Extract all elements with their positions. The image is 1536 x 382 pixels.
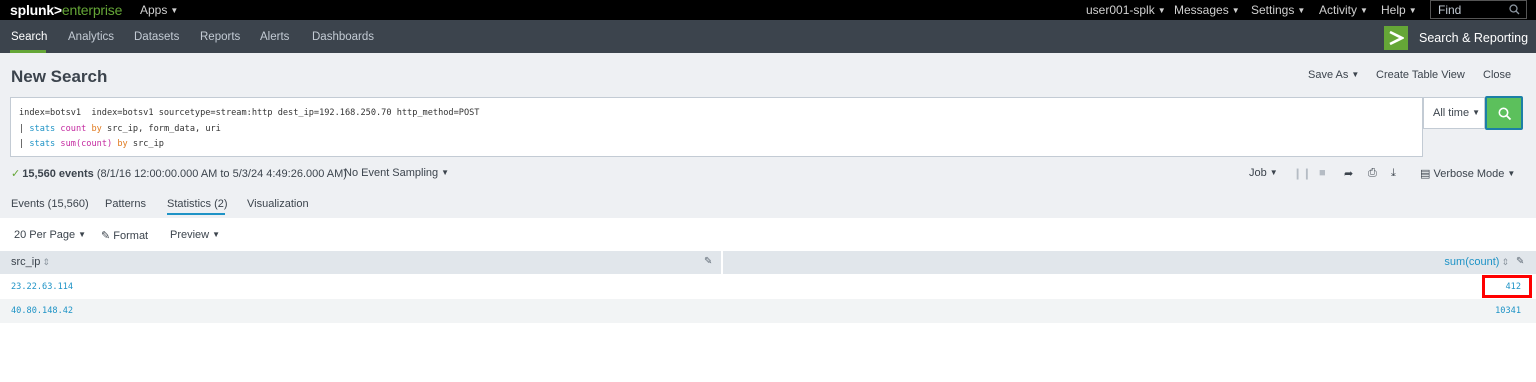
pencil-icon[interactable]: ✎: [704, 256, 712, 267]
tab-reports[interactable]: Reports: [200, 31, 240, 43]
tab-analytics[interactable]: Analytics: [68, 31, 114, 43]
active-tab-underline: [167, 213, 225, 215]
per-page-menu[interactable]: 20 Per Page ▼: [14, 229, 86, 241]
tab-events[interactable]: Events (15,560): [11, 198, 89, 210]
time-range-picker[interactable]: All time ▼: [1423, 97, 1485, 129]
create-table-view-link[interactable]: Create Table View: [1376, 69, 1465, 81]
chevron-down-icon: ▼: [1297, 6, 1306, 15]
preview-menu[interactable]: Preview ▼: [170, 229, 220, 241]
column-divider: [721, 251, 723, 274]
tab-statistics[interactable]: Statistics (2): [167, 198, 228, 210]
chevron-down-icon: ▼: [1269, 168, 1278, 177]
sort-icon: ⇕: [42, 257, 50, 267]
page-title: New Search: [11, 67, 108, 86]
chevron-down-icon: ▼: [170, 6, 179, 15]
event-count-status: ✓ 15,560 events (8/1/16 12:00:00.000 AM t…: [11, 168, 347, 180]
sort-icon: ⇕: [1501, 257, 1509, 267]
tab-alerts[interactable]: Alerts: [260, 31, 289, 43]
chevron-down-icon: ▼: [1351, 70, 1360, 79]
chevron-right-icon: [1389, 30, 1404, 46]
chevron-down-icon: ▼: [1408, 6, 1417, 15]
query-line-1: index=botsv1 index=botsv1 sourcetype=str…: [19, 108, 480, 118]
chevron-down-icon: ▼: [1507, 169, 1516, 178]
save-as-menu[interactable]: Save As ▼: [1308, 69, 1359, 81]
pencil-icon[interactable]: ✎: [1516, 256, 1524, 267]
activity-menu[interactable]: Activity ▼: [1319, 3, 1368, 17]
app-logo[interactable]: [1384, 26, 1408, 50]
search-query-editor[interactable]: index=botsv1 index=botsv1 sourcetype=str…: [10, 97, 1423, 157]
share-icon[interactable]: ➦: [1344, 167, 1353, 180]
export-icon[interactable]: ⤓: [1391, 167, 1396, 180]
help-menu[interactable]: Help ▼: [1381, 3, 1417, 17]
table-row: 23.22.63.114 412: [0, 275, 1536, 299]
close-link[interactable]: Close: [1483, 69, 1511, 81]
splunk-logo[interactable]: splunk>enterprise: [10, 2, 122, 18]
chevron-down-icon: ▼: [1360, 6, 1368, 15]
chevron-down-icon: ▼: [441, 168, 450, 177]
query-line-2: | stats count by src_ip, form_data, uri: [19, 124, 221, 134]
user-menu[interactable]: user001-splk ▼: [1086, 3, 1166, 17]
column-header-src-ip[interactable]: src_ip ⇕: [11, 256, 50, 268]
top-bar: splunk>enterprise Apps ▼ user001-splk ▼ Me…: [0, 0, 1536, 20]
format-button[interactable]: ✎ Format: [101, 229, 148, 242]
chevron-down-icon: ▼: [1472, 108, 1480, 117]
pencil-icon: ✎: [101, 230, 111, 242]
apps-menu[interactable]: Apps ▼: [140, 3, 178, 17]
highlight-box: [1482, 275, 1532, 298]
tab-visualization[interactable]: Visualization: [247, 198, 309, 210]
table-row: 40.80.148.42 10341: [0, 299, 1536, 323]
job-menu[interactable]: Job ▼: [1249, 167, 1278, 179]
query-line-3: | stats sum(count) by src_ip: [19, 139, 164, 149]
chevron-down-icon: ▼: [78, 230, 87, 239]
app-title[interactable]: Search & Reporting: [1419, 31, 1528, 45]
cell-sum-count[interactable]: 10341: [1495, 306, 1521, 316]
tab-search[interactable]: Search: [11, 31, 47, 43]
cell-src-ip[interactable]: 40.80.148.42: [11, 306, 73, 316]
search-icon: [1509, 4, 1520, 18]
chevron-down-icon: ▼: [1231, 6, 1240, 15]
messages-menu[interactable]: Messages ▼: [1174, 3, 1240, 17]
verbose-mode-menu[interactable]: ▤ Verbose Mode ▼: [1420, 167, 1515, 180]
verbose-mode-icon: ▤: [1420, 168, 1431, 180]
print-icon[interactable]: ⎙: [1368, 167, 1377, 180]
search-button[interactable]: [1485, 96, 1523, 130]
pause-icon[interactable]: ❙❙: [1293, 167, 1311, 180]
check-icon: ✓: [11, 168, 21, 180]
cell-src-ip[interactable]: 23.22.63.114: [11, 282, 73, 292]
tab-patterns[interactable]: Patterns: [105, 198, 146, 210]
tab-dashboards[interactable]: Dashboards: [312, 31, 374, 43]
chevron-down-icon: ▼: [1157, 6, 1166, 15]
find-input[interactable]: Find: [1430, 0, 1527, 19]
event-sampling-menu[interactable]: No Event Sampling ▼: [344, 167, 449, 179]
search-icon: [1498, 107, 1512, 121]
table-header: [0, 251, 1536, 274]
column-header-sum-count[interactable]: sum(count) ⇕: [1444, 256, 1509, 268]
stop-icon[interactable]: ■: [1319, 167, 1326, 179]
chevron-down-icon: ▼: [212, 230, 221, 239]
tab-datasets[interactable]: Datasets: [134, 31, 179, 43]
settings-menu[interactable]: Settings ▼: [1251, 3, 1305, 17]
